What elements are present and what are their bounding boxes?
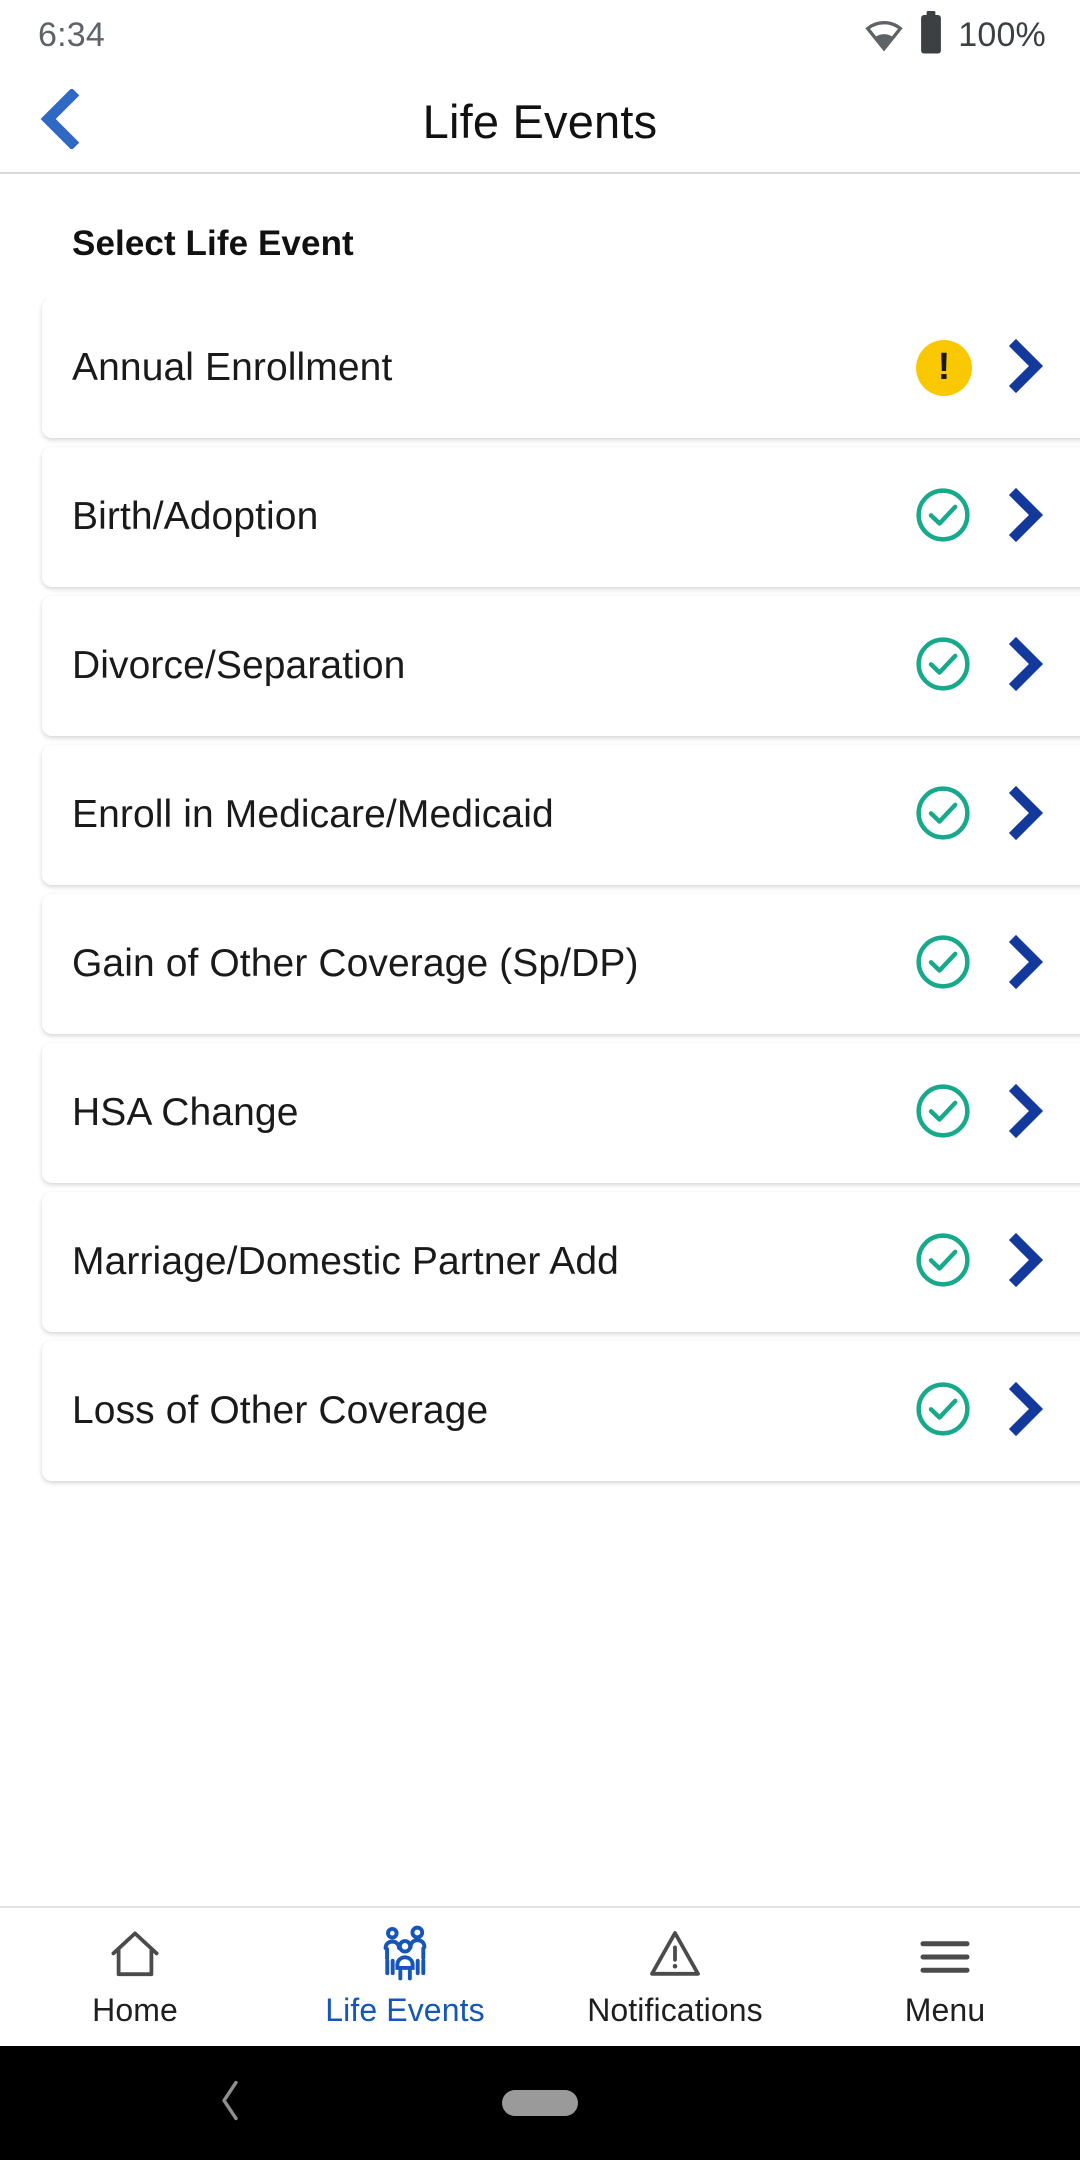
life-event-row[interactable]: Annual Enrollment! xyxy=(42,298,1080,438)
life-event-row[interactable]: HSA Change xyxy=(42,1043,1080,1183)
life-event-label: Enroll in Medicare/Medicaid xyxy=(72,793,554,836)
life-event-row[interactable]: Gain of Other Coverage (Sp/DP) xyxy=(42,894,1080,1034)
life-event-row[interactable]: Divorce/Separation xyxy=(42,596,1080,736)
check-circle-icon xyxy=(914,1082,972,1145)
home-icon xyxy=(107,1925,163,1981)
life-event-row-icons xyxy=(914,1380,1048,1443)
status-indicators: 100% xyxy=(864,10,1046,60)
life-event-row[interactable]: Marriage/Domestic Partner Add xyxy=(42,1192,1080,1332)
life-event-label: HSA Change xyxy=(72,1091,299,1134)
check-circle-icon xyxy=(914,933,972,996)
bottom-tab-bar: Home Life Events Notifications Menu xyxy=(0,1906,1080,2046)
battery-percentage: 100% xyxy=(958,15,1046,54)
page-title: Life Events xyxy=(422,94,658,148)
life-event-label: Loss of Other Coverage xyxy=(72,1389,489,1432)
life-event-row-icons xyxy=(914,635,1048,698)
status-time: 6:34 xyxy=(38,15,105,54)
life-event-label: Marriage/Domestic Partner Add xyxy=(72,1240,619,1283)
chevron-right-icon[interactable] xyxy=(1004,1381,1048,1442)
wifi-icon xyxy=(864,13,904,58)
warning-triangle-icon xyxy=(646,1925,704,1981)
check-circle-icon xyxy=(914,486,972,549)
app-header: Life Events xyxy=(0,70,1080,174)
check-circle-icon xyxy=(914,1380,972,1443)
check-circle-icon xyxy=(914,784,972,847)
life-event-row-icons xyxy=(914,933,1048,996)
battery-full-icon xyxy=(918,10,944,60)
tab-label-home: Home xyxy=(92,1992,178,2028)
tab-home[interactable]: Home xyxy=(0,1925,270,2029)
life-event-row[interactable]: Birth/Adoption xyxy=(42,447,1080,587)
section-heading: Select Life Event xyxy=(72,224,354,263)
chevron-right-icon[interactable] xyxy=(1004,487,1048,548)
chevron-right-icon[interactable] xyxy=(1004,1083,1048,1144)
tab-notifications[interactable]: Notifications xyxy=(540,1925,810,2029)
check-circle-icon xyxy=(914,1231,972,1294)
status-bar: 6:34 100% xyxy=(0,0,1080,70)
life-event-row-icons xyxy=(914,486,1048,549)
life-event-list: Annual Enrollment! Birth/Adoption Divorce/… xyxy=(0,298,1080,1906)
chevron-right-icon[interactable] xyxy=(1004,338,1048,399)
chevron-right-icon[interactable] xyxy=(1004,785,1048,846)
tab-label-notifications: Notifications xyxy=(587,1992,763,2028)
life-event-row-icons: ! xyxy=(916,338,1048,399)
tab-label-life-events: Life Events xyxy=(325,1992,485,2028)
check-circle-icon xyxy=(914,635,972,698)
life-event-row-icons xyxy=(914,1082,1048,1145)
back-button[interactable] xyxy=(26,86,96,156)
tab-label-menu: Menu xyxy=(904,1992,986,2028)
exclamation-badge-icon: ! xyxy=(916,340,972,396)
life-event-label: Divorce/Separation xyxy=(72,644,406,687)
chevron-right-icon[interactable] xyxy=(1004,934,1048,995)
chevron-left-icon xyxy=(35,87,87,154)
nav-back-icon xyxy=(216,2080,246,2127)
life-event-row-icons xyxy=(914,784,1048,847)
life-event-row-icons xyxy=(914,1231,1048,1294)
life-event-row[interactable]: Enroll in Medicare/Medicaid xyxy=(42,745,1080,885)
hamburger-menu-icon xyxy=(916,1925,974,1981)
family-group-icon xyxy=(377,1925,433,1981)
exclamation-mark: ! xyxy=(937,346,951,388)
chevron-right-icon[interactable] xyxy=(1004,636,1048,697)
life-event-label: Annual Enrollment xyxy=(72,346,393,389)
nav-back-button[interactable] xyxy=(216,2079,246,2128)
phone-screen: 6:34 100% Life Events Select Life Event … xyxy=(0,0,1080,2160)
tab-menu[interactable]: Menu xyxy=(810,1925,1080,2029)
chevron-right-icon[interactable] xyxy=(1004,1232,1048,1293)
tab-life-events[interactable]: Life Events xyxy=(270,1925,540,2029)
android-nav-bar xyxy=(0,2046,1080,2160)
life-event-label: Gain of Other Coverage (Sp/DP) xyxy=(72,942,639,985)
life-event-row[interactable]: Loss of Other Coverage xyxy=(42,1341,1080,1481)
nav-home-pill-icon[interactable] xyxy=(502,2090,578,2116)
life-event-label: Birth/Adoption xyxy=(72,495,319,538)
